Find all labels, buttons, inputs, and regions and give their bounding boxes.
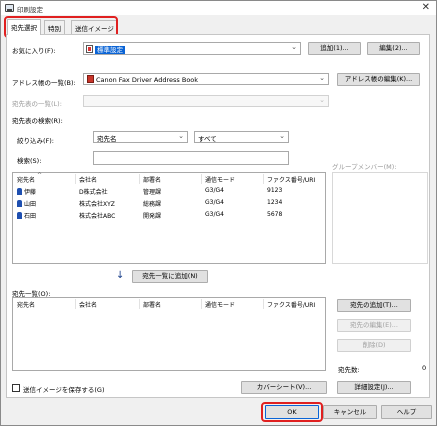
col-header-fax[interactable]: ファクス番号/URI: [267, 175, 315, 184]
favorites-edit-button[interactable]: 編集(2)...: [367, 42, 420, 55]
cover-sheet-button[interactable]: カバーシート(V)...: [241, 381, 327, 394]
row-fax: 1234: [267, 199, 283, 206]
detail-settings-button[interactable]: 詳細設定(J)...: [337, 381, 411, 394]
col-header-mode[interactable]: 通信モード: [205, 300, 235, 309]
favorite-icon: [86, 45, 93, 53]
edit-dest-button[interactable]: 宛先の編集(E)...: [337, 319, 411, 332]
col-header-mode[interactable]: 通信モード: [205, 175, 235, 184]
column-divider: [75, 174, 76, 184]
row-company: 株式会社XYZ: [79, 201, 115, 208]
address-book-label: アドレス帳の一覧(B):: [12, 79, 76, 87]
address-book-edit-button[interactable]: アドレス帳の編集(K)...: [337, 73, 420, 86]
ok-highlight: [261, 402, 323, 422]
row-dept: 開発課: [143, 213, 162, 220]
address-table[interactable]: 宛先名 ^ 会社名 部署名 通信モード ファクス番号/URI 伊藤 D株式会社 …: [12, 172, 326, 264]
column-divider: [75, 299, 76, 309]
filter-value-combo[interactable]: すべて ⌄: [194, 131, 289, 143]
col-header-dept[interactable]: 部署名: [143, 175, 161, 184]
search-input[interactable]: [93, 151, 289, 165]
chevron-down-icon: ⌄: [178, 132, 184, 140]
dest-list-table[interactable]: 宛先名 会社名 部署名 通信モード ファクス番号/URI: [12, 297, 326, 371]
person-icon: [17, 188, 22, 195]
column-divider: [263, 174, 264, 184]
chevron-down-icon: ⌄: [319, 74, 325, 82]
help-button[interactable]: ヘルプ: [381, 405, 432, 419]
print-settings-dialog: 印刷設定 ✕ 宛先選択 特別 送信イメージ お気に入り(F): 標準設定 ⌄ 追…: [0, 0, 437, 426]
row-fax: 9123: [267, 187, 283, 194]
chevron-down-icon: ⌄: [279, 132, 285, 140]
dest-count-value: 0: [422, 364, 427, 372]
row-mode: G3/G4: [205, 199, 224, 206]
save-image-label: 送信イメージを保存する(G): [23, 386, 105, 394]
filter-field-combo[interactable]: 宛先名 ⌄: [93, 131, 188, 143]
col-header-company[interactable]: 会社名: [79, 175, 97, 184]
table-row[interactable]: 石田 株式会社ABC 開発課 G3/G4 5678: [13, 211, 325, 220]
title-bar: 印刷設定 ✕: [1, 1, 436, 15]
column-divider: [139, 299, 140, 309]
row-mode: G3/G4: [205, 211, 224, 218]
add-dest-button[interactable]: 宛先の追加(T)...: [337, 299, 411, 312]
address-book-value: Canon Fax Driver Address Book: [96, 76, 199, 84]
dest-count-label: 宛先数:: [338, 366, 360, 374]
row-name: 山田: [24, 201, 37, 208]
group-members-label: グループメンバー(M):: [332, 163, 397, 171]
filter-label: 絞り込み(F):: [17, 137, 55, 145]
person-icon: [17, 212, 22, 219]
add-to-dest-list-button[interactable]: 宛先一覧に追加(N): [132, 270, 208, 283]
person-icon: [17, 200, 22, 207]
row-fax: 5678: [267, 211, 283, 218]
favorites-add-button[interactable]: 追加(1)...: [308, 42, 361, 55]
save-image-checkbox[interactable]: [12, 384, 20, 392]
col-header-company[interactable]: 会社名: [79, 300, 97, 309]
table-row[interactable]: 山田 株式会社XYZ 総務課 G3/G4 1234: [13, 199, 325, 208]
col-header-dept[interactable]: 部署名: [143, 300, 161, 309]
group-members-list[interactable]: [332, 172, 428, 264]
row-mode: G3/G4: [205, 187, 224, 194]
row-name: 伊藤: [24, 189, 37, 196]
delete-button[interactable]: 削除(D): [337, 339, 411, 352]
row-company: D株式会社: [79, 189, 108, 196]
row-company: 株式会社ABC: [79, 213, 116, 220]
chevron-down-icon: ⌄: [291, 43, 297, 51]
window-title: 印刷設定: [17, 6, 43, 14]
dest-table-list-label: 宛先表の一覧(L):: [12, 100, 62, 108]
column-divider: [201, 299, 202, 309]
tab-destination[interactable]: 宛先選択: [7, 19, 41, 35]
favorites-combo[interactable]: 標準設定 ⌄: [83, 42, 301, 55]
dest-table-list-combo[interactable]: ⌄: [83, 95, 329, 107]
col-header-fax[interactable]: ファクス番号/URI: [267, 300, 315, 309]
address-book-combo[interactable]: Canon Fax Driver Address Book ⌄: [83, 73, 329, 85]
arrow-down-icon: ↓: [116, 270, 125, 281]
cancel-button[interactable]: キャンセル: [323, 405, 377, 419]
row-dept: 管理課: [143, 189, 162, 196]
row-dept: 総務課: [143, 201, 162, 208]
column-divider: [263, 299, 264, 309]
column-divider: [139, 174, 140, 184]
sort-up-icon: ^: [37, 172, 43, 179]
search-section-label: 宛先表の検索(R):: [12, 117, 63, 125]
filter-field-value: 宛先名: [97, 135, 117, 143]
chevron-down-icon: ⌄: [319, 96, 325, 104]
col-header-name[interactable]: 宛先名: [17, 300, 35, 309]
favorites-label: お気に入り(F):: [12, 47, 56, 55]
printer-icon: [5, 4, 14, 12]
col-header-name[interactable]: 宛先名: [17, 175, 35, 184]
column-divider: [201, 174, 202, 184]
favorites-value: 標準設定: [95, 46, 125, 54]
table-row[interactable]: 伊藤 D株式会社 管理課 G3/G4 9123: [13, 187, 325, 196]
close-button[interactable]: ✕: [422, 2, 430, 13]
address-book-icon: [87, 75, 94, 83]
search-label: 検索(S):: [17, 157, 42, 165]
filter-value-value: すべて: [198, 135, 217, 143]
row-name: 石田: [24, 213, 37, 220]
